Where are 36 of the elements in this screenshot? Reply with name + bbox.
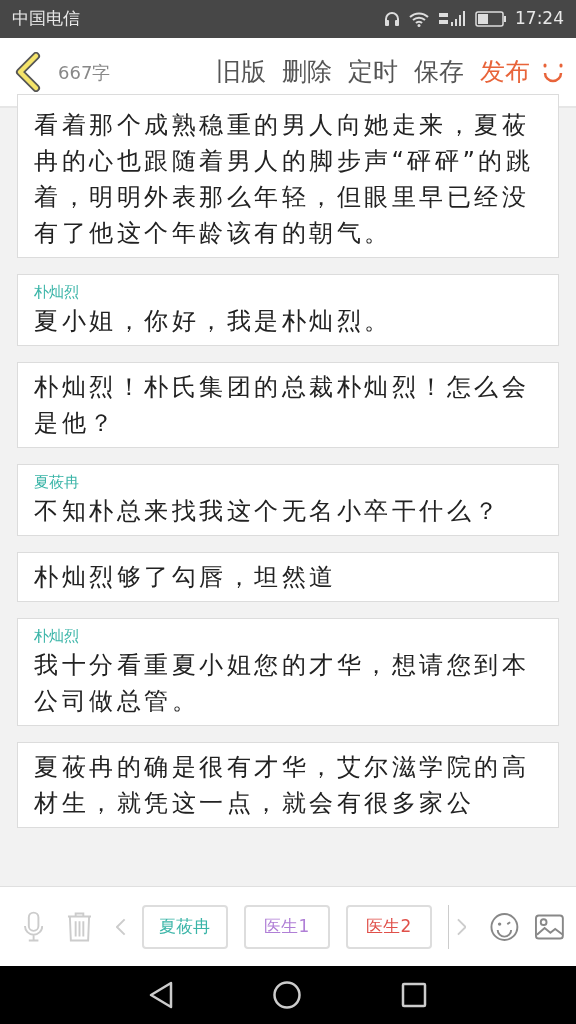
role-chip[interactable]: 医生2 <box>345 904 432 949</box>
back-button[interactable] <box>14 52 42 92</box>
paragraph-text: 夏小姐，你好，我是朴灿烈。 <box>34 306 393 337</box>
paragraph-text: 不知朴总来找我这个无名小卒干什么？ <box>34 496 503 527</box>
speaker-name: 朴灿烈 <box>34 626 80 647</box>
narration-card[interactable]: 看着那个成熟稳重的男人向她走来，夏莜冉的心也跟随着男人的脚步声“砰砰”的跳着，明明外表那么年轻，但眼里早已经没有了他这个年龄该有的朝气。 <box>17 94 559 258</box>
paragraph-text: 朴灿烈够了勾唇，坦然道 <box>34 562 338 593</box>
toolbar-action[interactable]: 旧版 <box>212 53 270 91</box>
headset-icon <box>383 10 401 28</box>
smiley-icon[interactable] <box>490 911 520 942</box>
clock-time: 17:24 <box>515 7 564 31</box>
home-icon[interactable] <box>273 981 301 1009</box>
word-count: 667字 <box>58 60 111 85</box>
wifi-icon <box>409 11 429 27</box>
narration-card[interactable]: 夏莜冉的确是很有才华，艾尔滋学院的高材生，就凭这一点，就会有很多家公 <box>17 742 559 828</box>
paragraph-text: 朴灿烈！朴氏集团的总裁朴灿烈！怎么会是他？ <box>34 372 530 439</box>
narration-card[interactable]: 朴灿烈够了勾唇，坦然道 <box>17 552 559 602</box>
speaker-name: 朴灿烈 <box>34 282 80 303</box>
image-icon[interactable] <box>535 913 564 940</box>
dialogue-card[interactable]: 朴灿烈 我十分看重夏小姐您的才华，想请您到本公司做总管。 <box>17 618 559 726</box>
dialogue-card[interactable]: 朴灿烈 夏小姐，你好，我是朴灿烈。 <box>17 274 559 346</box>
battery-icon <box>475 11 507 27</box>
signal-icon <box>437 10 467 28</box>
narration-card[interactable]: 朴灿烈！朴氏集团的总裁朴灿烈！怎么会是他？ <box>17 362 559 448</box>
carrier-name: 中国电信 <box>12 7 80 31</box>
toolbar-action[interactable]: 保存 <box>410 53 468 91</box>
smiley-icon <box>542 61 564 83</box>
toolbar-action[interactable]: 定时 <box>344 53 402 91</box>
toolbar-action[interactable]: 删除 <box>278 53 336 91</box>
speaker-name: 夏莜冉 <box>34 472 80 493</box>
back-icon[interactable] <box>149 981 173 1009</box>
paragraph-text: 看着那个成熟稳重的男人向她走来，夏莜冉的心也跟随着男人的脚步声“砰砰”的跳着，明明外表那么年轻，但眼里早已经没有了他这个年龄该有的朝气。 <box>34 110 535 249</box>
paragraph-text: 我十分看重夏小姐您的才华，想请您到本公司做总管。 <box>34 650 530 717</box>
recent-apps-icon[interactable] <box>401 982 427 1008</box>
paragraph-text: 夏莜冉的确是很有才华，艾尔滋学院的高材生，就凭这一点，就会有很多家公 <box>34 752 530 819</box>
dialogue-card[interactable]: 夏莜冉 不知朴总来找我这个无名小卒干什么？ <box>17 464 559 536</box>
